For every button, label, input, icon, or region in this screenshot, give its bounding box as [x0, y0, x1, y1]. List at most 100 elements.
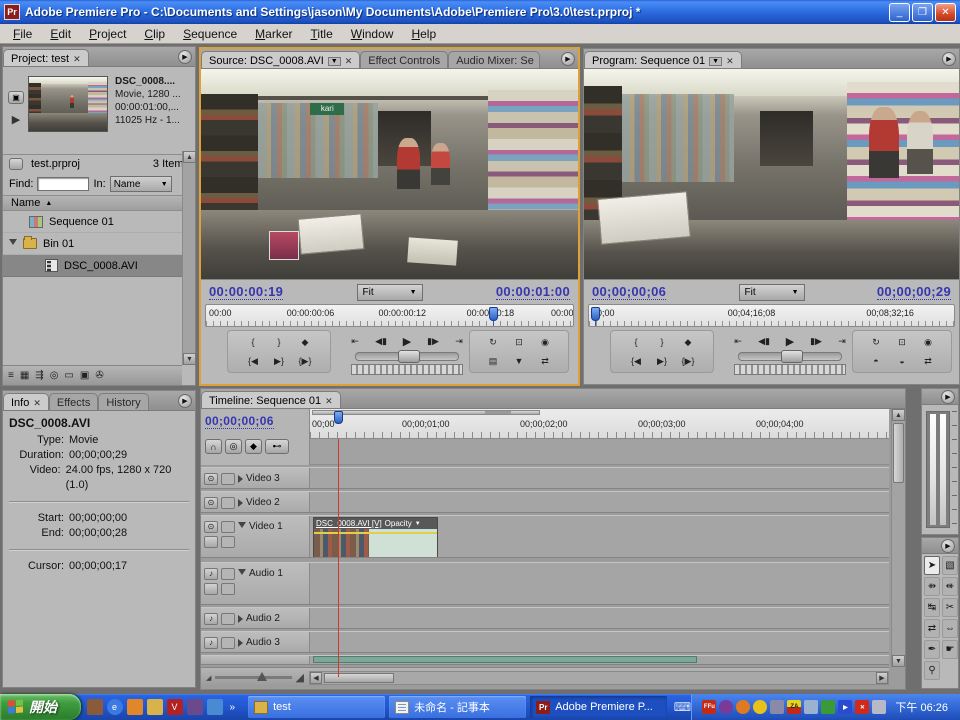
goto-in-button[interactable]: {◀: [243, 353, 263, 369]
goto-in-button[interactable]: {◀: [626, 353, 646, 369]
panel-menu-icon[interactable]: ▶: [941, 539, 955, 553]
rolling-edit-tool[interactable]: ⇺: [942, 577, 958, 596]
column-header-name[interactable]: Name ▲: [3, 195, 195, 211]
tab-history[interactable]: History: [98, 393, 148, 410]
step-forward-button[interactable]: ▮▶: [806, 333, 826, 349]
tray-icon[interactable]: [719, 700, 733, 714]
taskbar-button-premiere[interactable]: Pr Adobe Premiere P...: [530, 696, 667, 718]
automate-to-sequence-icon[interactable]: ⇶: [35, 370, 43, 381]
language-bar-keyboard-icon[interactable]: ⌨: [673, 697, 691, 717]
video-clip[interactable]: DSC_0008.AVI [V] Opacity ▼: [313, 517, 438, 557]
hand-tool[interactable]: ☛: [942, 640, 958, 659]
tray-icon[interactable]: ✕: [855, 700, 869, 714]
tab-project[interactable]: Project: test ✕: [3, 49, 89, 66]
tab-timeline[interactable]: Timeline: Sequence 01 ✕: [201, 391, 341, 408]
expander-open-icon[interactable]: [238, 522, 246, 532]
speaker-icon[interactable]: ♪: [204, 613, 218, 625]
program-playhead[interactable]: [591, 307, 600, 321]
expander-icon[interactable]: [238, 499, 243, 507]
ripple-edit-tool[interactable]: ⇻: [924, 577, 940, 596]
menu-marker[interactable]: Marker: [246, 25, 301, 43]
tray-icon[interactable]: ▶: [838, 700, 852, 714]
parent-bin-button[interactable]: [9, 158, 23, 170]
set-marker-button[interactable]: ◆: [678, 334, 698, 350]
track-lane-video1[interactable]: DSC_0008.AVI [V] Opacity ▼: [311, 516, 889, 557]
panel-menu-icon[interactable]: ▶: [178, 394, 192, 408]
source-time-ruler[interactable]: 00:00 00:00:00:06 00:00:00:12 00:00:00:1…: [205, 304, 574, 327]
expander-open-icon[interactable]: [238, 569, 246, 579]
output-button[interactable]: ◉: [918, 334, 938, 350]
source-current-timecode[interactable]: 00:00:00:19: [209, 284, 283, 300]
chevron-down-icon[interactable]: ▼: [709, 57, 722, 66]
jog-disk[interactable]: [351, 364, 463, 375]
shuttle-slider[interactable]: [738, 352, 842, 361]
keyframe-toggle[interactable]: [221, 536, 235, 548]
timeline-vertical-scrollbar[interactable]: ▲ ▼: [891, 409, 905, 667]
shuttle-slider[interactable]: [355, 352, 459, 361]
quicklaunch-icon[interactable]: V: [167, 699, 183, 715]
loop-button[interactable]: ↻: [483, 334, 503, 350]
tray-icon[interactable]: ZA: [787, 700, 801, 714]
output-button[interactable]: ◉: [535, 334, 555, 350]
zoom-slider[interactable]: [215, 676, 291, 679]
tray-icon[interactable]: [821, 700, 835, 714]
start-button[interactable]: 開始: [0, 694, 81, 720]
tree-item-bin[interactable]: Bin 01: [3, 233, 195, 255]
lock-toggle[interactable]: [221, 637, 235, 649]
safe-margins-button[interactable]: ⊡: [892, 334, 912, 350]
shuttle-knob[interactable]: [781, 350, 803, 363]
chevron-down-icon[interactable]: ▼: [415, 521, 421, 527]
pen-tool[interactable]: ✒: [924, 640, 940, 659]
rate-stretch-tool[interactable]: ↹: [924, 598, 940, 617]
program-zoom-dropdown[interactable]: Fit ▼: [739, 284, 805, 301]
find-in-dropdown[interactable]: Name ▼: [110, 176, 172, 192]
list-view-icon[interactable]: ≡: [8, 370, 14, 381]
eye-icon[interactable]: ⊙: [204, 473, 218, 485]
jump-start-button[interactable]: ⇤: [345, 333, 365, 349]
panel-menu-icon[interactable]: ▶: [178, 50, 192, 64]
set-unnumbered-marker-button[interactable]: ◆: [245, 439, 262, 454]
timeline-horizontal-scrollbar[interactable]: ◀ ▶: [309, 671, 889, 685]
lock-toggle[interactable]: [221, 613, 235, 625]
menu-help[interactable]: Help: [402, 25, 445, 43]
tab-info[interactable]: Info ✕: [3, 393, 49, 410]
jump-start-button[interactable]: ⇤: [728, 333, 748, 349]
panel-menu-icon[interactable]: ▶: [941, 390, 955, 404]
quicklaunch-icon[interactable]: [87, 699, 103, 715]
jog-disk[interactable]: [734, 364, 846, 375]
track-lane-master[interactable]: [311, 656, 889, 664]
expander-icon[interactable]: [238, 639, 243, 647]
tab-program[interactable]: Program: Sequence 01 ▼ ✕: [584, 51, 742, 68]
program-current-timecode[interactable]: 00;00;00;06: [592, 284, 666, 300]
tab-source[interactable]: Source: DSC_0008.AVI ▼ ✕: [201, 51, 360, 68]
scroll-down-arrow[interactable]: ▼: [892, 655, 905, 667]
speaker-icon[interactable]: ♪: [204, 568, 218, 580]
tab-close-icon[interactable]: ✕: [33, 398, 41, 409]
razor-tool[interactable]: ✂: [942, 598, 958, 617]
expander-open-icon[interactable]: [9, 239, 17, 249]
safe-margins-button[interactable]: ⊡: [509, 334, 529, 350]
lock-toggle[interactable]: [221, 473, 235, 485]
toggle-take-av-button[interactable]: ⇄: [535, 353, 555, 369]
track-lane-audio3[interactable]: [311, 632, 889, 652]
quicklaunch-folder-icon[interactable]: [147, 699, 163, 715]
track-select-tool[interactable]: ▧: [942, 556, 958, 575]
overlay-button[interactable]: ▼: [509, 353, 529, 369]
zoom-slider-knob[interactable]: [257, 672, 267, 681]
find-icon[interactable]: ◎: [50, 370, 59, 381]
lock-toggle[interactable]: [221, 521, 235, 533]
menu-title[interactable]: Title: [302, 25, 342, 43]
scroll-right-arrow[interactable]: ▶: [876, 672, 888, 684]
opacity-rubber-band[interactable]: [314, 532, 437, 534]
set-out-point-button[interactable]: }: [269, 334, 289, 350]
set-out-point-button[interactable]: }: [652, 334, 672, 350]
set-display-style-button[interactable]: [204, 583, 218, 595]
play-in-to-out-button[interactable]: {▶}: [295, 353, 315, 369]
insert-button[interactable]: ▤: [483, 353, 503, 369]
tab-close-icon[interactable]: ✕: [726, 56, 734, 67]
timeline-current-timecode[interactable]: 00;00;00;06: [205, 414, 274, 429]
tray-icon[interactable]: [770, 700, 784, 714]
audio-clip[interactable]: [313, 656, 697, 663]
lock-toggle[interactable]: [221, 568, 235, 580]
track-lane-audio2[interactable]: [311, 608, 889, 628]
